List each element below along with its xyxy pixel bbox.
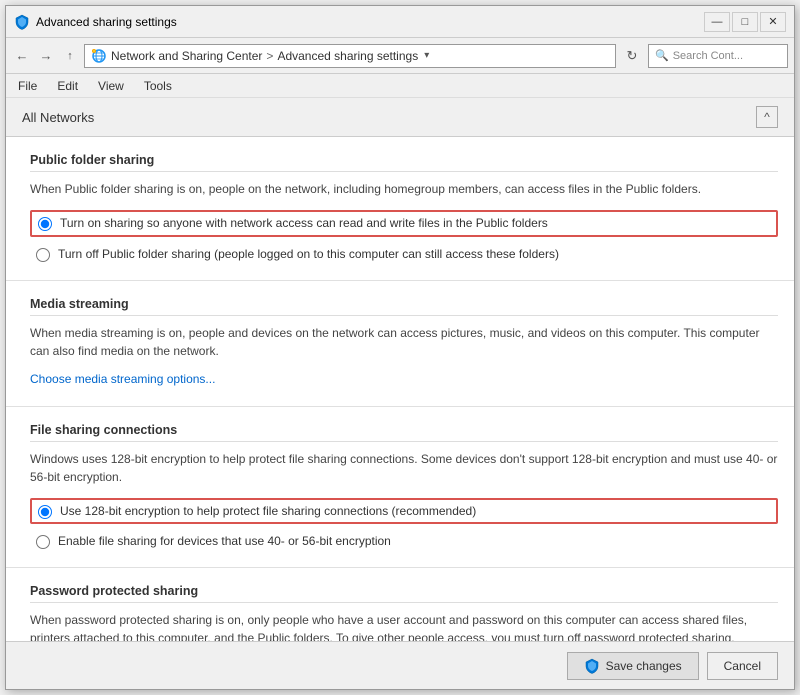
media-streaming-section: Media streaming When media streaming is …: [6, 281, 794, 407]
address-dropdown-arrow[interactable]: ▾: [422, 50, 431, 61]
menu-tools[interactable]: Tools: [136, 77, 180, 95]
bottom-bar: Save changes Cancel: [6, 641, 794, 689]
collapse-button[interactable]: ^: [756, 106, 778, 128]
scroll-content: All Networks ^ Public folder sharing Whe…: [6, 98, 794, 641]
menu-file[interactable]: File: [10, 77, 45, 95]
menu-bar: File Edit View Tools: [6, 74, 794, 98]
all-networks-header: All Networks ^: [6, 98, 794, 137]
password-description: When password protected sharing is on, o…: [30, 611, 778, 641]
up-button[interactable]: ↑: [60, 46, 80, 66]
search-icon: 🔍: [655, 49, 669, 62]
title-bar-title: Advanced sharing settings: [36, 15, 704, 29]
save-changes-button[interactable]: Save changes: [567, 652, 699, 680]
menu-edit[interactable]: Edit: [49, 77, 86, 95]
breadcrumb-part2: Advanced sharing settings: [277, 49, 418, 63]
encryption-128-option: Use 128-bit encryption to help protect f…: [30, 498, 778, 525]
public-off-radio[interactable]: [36, 248, 50, 262]
public-folder-description: When Public folder sharing is on, people…: [30, 180, 778, 198]
content-area: All Networks ^ Public folder sharing Whe…: [6, 98, 794, 641]
public-folder-title: Public folder sharing: [30, 153, 778, 172]
media-streaming-title: Media streaming: [30, 297, 778, 316]
search-placeholder: Search Cont...: [673, 50, 743, 62]
menu-view[interactable]: View: [90, 77, 132, 95]
forward-button[interactable]: →: [36, 46, 56, 66]
search-box[interactable]: 🔍 Search Cont...: [648, 44, 788, 68]
minimize-button[interactable]: —: [704, 12, 730, 32]
breadcrumb-sep: >: [266, 49, 273, 63]
address-path[interactable]: Network and Sharing Center > Advanced sh…: [84, 44, 616, 68]
back-button[interactable]: ←: [12, 46, 32, 66]
title-bar: Advanced sharing settings — □ ✕: [6, 6, 794, 38]
encryption-128-radio[interactable]: [38, 505, 52, 519]
public-on-label[interactable]: Turn on sharing so anyone with network a…: [60, 215, 548, 232]
file-sharing-title: File sharing connections: [30, 423, 778, 442]
public-off-label[interactable]: Turn off Public folder sharing (people l…: [58, 246, 559, 263]
all-networks-title: All Networks: [22, 110, 756, 125]
public-folder-sharing-section: Public folder sharing When Public folder…: [6, 137, 794, 281]
breadcrumb-part1: Network and Sharing Center: [111, 49, 262, 63]
refresh-button[interactable]: ↻: [620, 44, 644, 68]
encryption-128-label[interactable]: Use 128-bit encryption to help protect f…: [60, 503, 476, 520]
encryption-4056-radio[interactable]: [36, 535, 50, 549]
media-streaming-description: When media streaming is on, people and d…: [30, 324, 778, 360]
public-on-option: Turn on sharing so anyone with network a…: [30, 210, 778, 237]
encryption-4056-option: Enable file sharing for devices that use…: [30, 530, 778, 553]
public-on-radio[interactable]: [38, 217, 52, 231]
encryption-4056-label[interactable]: Enable file sharing for devices that use…: [58, 533, 391, 550]
file-sharing-description: Windows uses 128-bit encryption to help …: [30, 450, 778, 486]
cancel-button[interactable]: Cancel: [707, 652, 778, 680]
chevron-up-icon: ^: [764, 110, 770, 124]
network-icon: [91, 48, 107, 64]
maximize-button[interactable]: □: [732, 12, 758, 32]
password-section: Password protected sharing When password…: [6, 568, 794, 641]
close-button[interactable]: ✕: [760, 12, 786, 32]
window-icon: [14, 14, 30, 30]
public-off-option: Turn off Public folder sharing (people l…: [30, 243, 778, 266]
save-changes-label: Save changes: [606, 659, 682, 673]
media-streaming-link[interactable]: Choose media streaming options...: [30, 372, 215, 386]
title-bar-controls: — □ ✕: [704, 12, 786, 32]
shield-icon: [584, 658, 600, 674]
password-title: Password protected sharing: [30, 584, 778, 603]
main-window: Advanced sharing settings — □ ✕ ← → ↑ Ne…: [5, 5, 795, 690]
address-bar: ← → ↑ Network and Sharing Center > Advan…: [6, 38, 794, 74]
file-sharing-section: File sharing connections Windows uses 12…: [6, 407, 794, 569]
